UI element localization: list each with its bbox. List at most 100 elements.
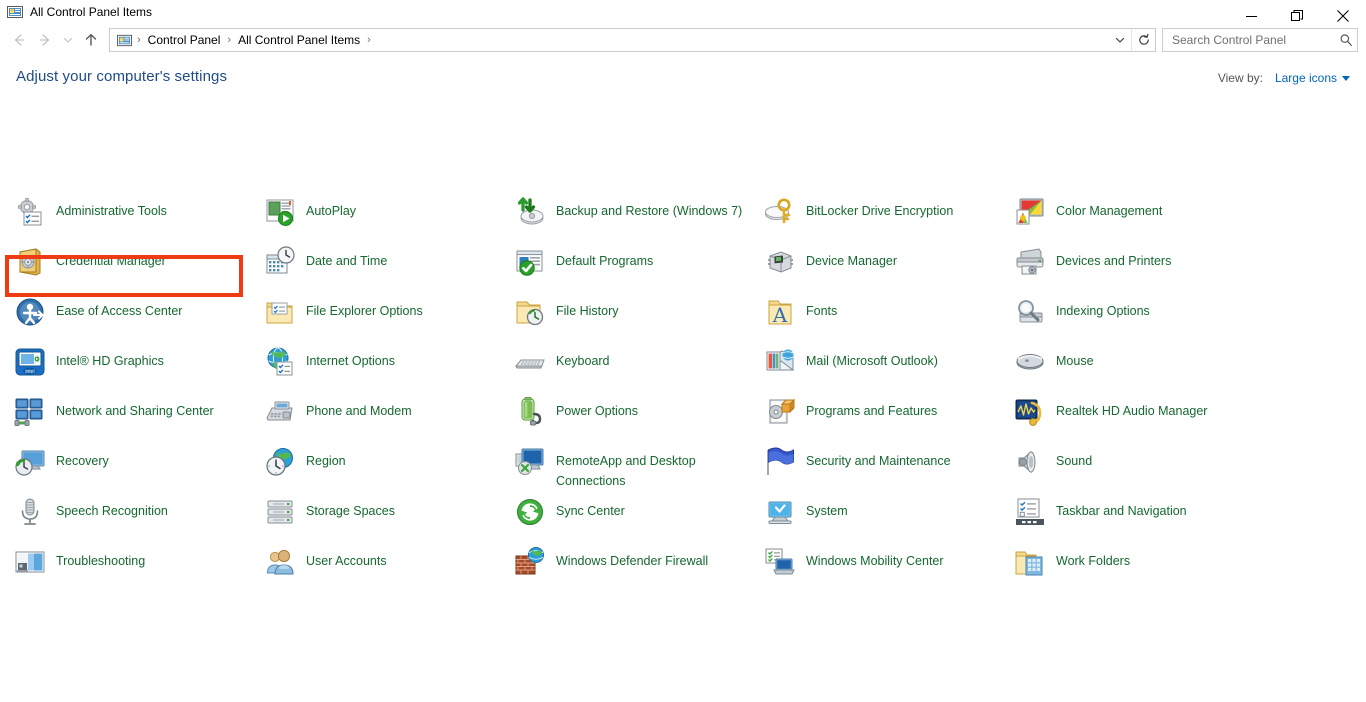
- control-panel-item[interactable]: File Explorer Options: [264, 290, 514, 340]
- control-panel-item-label[interactable]: Devices and Printers: [1056, 246, 1171, 271]
- control-panel-item[interactable]: Programs and Features: [764, 390, 1014, 440]
- control-panel-item[interactable]: Region: [264, 440, 514, 490]
- control-panel-item[interactable]: Sound: [1014, 440, 1264, 490]
- control-panel-item[interactable]: Security and Maintenance: [764, 440, 1014, 490]
- control-panel-item[interactable]: Mouse: [1014, 340, 1264, 390]
- view-by-dropdown[interactable]: Large icons: [1275, 71, 1350, 85]
- control-panel-item[interactable]: Internet Options: [264, 340, 514, 390]
- search-icon[interactable]: [1339, 33, 1353, 47]
- control-panel-item[interactable]: Taskbar and Navigation: [1014, 490, 1264, 540]
- breadcrumb-separator[interactable]: ›: [364, 34, 374, 46]
- control-panel-item-label[interactable]: Sync Center: [556, 496, 625, 521]
- control-panel-item[interactable]: Date and Time: [264, 240, 514, 290]
- control-panel-item-label[interactable]: User Accounts: [306, 546, 387, 571]
- search-box[interactable]: [1162, 28, 1358, 52]
- control-panel-item-label[interactable]: Power Options: [556, 396, 638, 421]
- control-panel-item-label[interactable]: Date and Time: [306, 246, 387, 271]
- control-panel-item-label[interactable]: Device Manager: [806, 246, 897, 271]
- control-panel-item-label[interactable]: Troubleshooting: [56, 546, 145, 571]
- control-panel-item[interactable]: intel Intel® HD Graphics: [14, 340, 264, 390]
- control-panel-item-label[interactable]: Work Folders: [1056, 546, 1130, 571]
- control-panel-item[interactable]: Work Folders: [1014, 540, 1264, 590]
- breadcrumb-item-control-panel[interactable]: Control Panel: [144, 33, 225, 47]
- control-panel-item-label[interactable]: Sound: [1056, 446, 1092, 471]
- up-button[interactable]: [78, 27, 104, 53]
- navigation-bar: › Control Panel › All Control Panel Item…: [0, 24, 1366, 56]
- control-panel-item-label[interactable]: Speech Recognition: [56, 496, 168, 521]
- control-panel-item[interactable]: Storage Spaces: [264, 490, 514, 540]
- control-panel-item-label[interactable]: RemoteApp and Desktop Connections: [556, 446, 746, 491]
- search-input[interactable]: [1170, 32, 1339, 48]
- control-panel-item[interactable]: Speech Recognition: [14, 490, 264, 540]
- control-panel-item[interactable]: Keyboard: [514, 340, 764, 390]
- control-panel-item-label[interactable]: Default Programs: [556, 246, 653, 271]
- control-panel-item[interactable]: Power Options: [514, 390, 764, 440]
- control-panel-item-label[interactable]: Windows Mobility Center: [806, 546, 944, 571]
- page-title: Adjust your computer's settings: [16, 68, 228, 85]
- control-panel-item[interactable]: A Fonts: [764, 290, 1014, 340]
- control-panel-item-label[interactable]: Credential Manager: [56, 246, 166, 271]
- control-panel-item[interactable]: Windows Mobility Center: [764, 540, 1014, 590]
- chevron-down-icon[interactable]: [1109, 29, 1131, 51]
- control-panel-item-label[interactable]: Keyboard: [556, 346, 610, 371]
- control-panel-item-label[interactable]: Mail (Microsoft Outlook): [806, 346, 938, 371]
- control-panel-item-label[interactable]: Realtek HD Audio Manager: [1056, 396, 1207, 421]
- control-panel-item-label[interactable]: Region: [306, 446, 346, 471]
- control-panel-item-label[interactable]: Intel® HD Graphics: [56, 346, 164, 371]
- control-panel-item-label[interactable]: Backup and Restore (Windows 7): [556, 196, 742, 221]
- breadcrumb-separator[interactable]: ›: [224, 34, 234, 46]
- control-panel-item-label[interactable]: Mouse: [1056, 346, 1094, 371]
- control-panel-item[interactable]: Administrative Tools: [14, 190, 264, 240]
- control-panel-item[interactable]: Network and Sharing Center: [14, 390, 264, 440]
- control-panel-item-label[interactable]: Internet Options: [306, 346, 395, 371]
- control-panel-item[interactable]: Recovery: [14, 440, 264, 490]
- control-panel-item-label[interactable]: Color Management: [1056, 196, 1162, 221]
- control-panel-item-label[interactable]: Network and Sharing Center: [56, 396, 214, 421]
- control-panel-item-label[interactable]: BitLocker Drive Encryption: [806, 196, 953, 221]
- back-button[interactable]: [6, 27, 32, 53]
- control-panel-item[interactable]: Default Programs: [514, 240, 764, 290]
- breadcrumb-separator[interactable]: ›: [134, 34, 144, 46]
- recent-locations-button[interactable]: [58, 27, 78, 53]
- control-panel-item[interactable]: Sync Center: [514, 490, 764, 540]
- control-panel-item-label[interactable]: Recovery: [56, 446, 109, 471]
- address-bar[interactable]: › Control Panel › All Control Panel Item…: [109, 28, 1156, 52]
- control-panel-item[interactable]: Windows Defender Firewall: [514, 540, 764, 590]
- control-panel-item-label[interactable]: AutoPlay: [306, 196, 356, 221]
- control-panel-item[interactable]: Troubleshooting: [14, 540, 264, 590]
- control-panel-item-label[interactable]: Storage Spaces: [306, 496, 395, 521]
- control-panel-item-label[interactable]: Fonts: [806, 296, 837, 321]
- control-panel-item-label[interactable]: Administrative Tools: [56, 196, 167, 221]
- bitlocker-icon: [764, 196, 796, 228]
- control-panel-item[interactable]: RemoteApp and Desktop Connections: [514, 440, 764, 490]
- control-panel-item-label[interactable]: Indexing Options: [1056, 296, 1150, 321]
- control-panel-item[interactable]: Color Management: [1014, 190, 1264, 240]
- control-panel-item[interactable]: Mail (Microsoft Outlook): [764, 340, 1014, 390]
- control-panel-item[interactable]: Phone and Modem: [264, 390, 514, 440]
- control-panel-item[interactable]: File History: [514, 290, 764, 340]
- control-panel-item[interactable]: Realtek HD Audio Manager: [1014, 390, 1264, 440]
- control-panel-item[interactable]: User Accounts: [264, 540, 514, 590]
- control-panel-item[interactable]: Ease of Access Center: [14, 290, 264, 340]
- control-panel-item[interactable]: Device Manager: [764, 240, 1014, 290]
- breadcrumb-root-icon[interactable]: [115, 33, 134, 48]
- control-panel-item-label[interactable]: Taskbar and Navigation: [1056, 496, 1187, 521]
- control-panel-item-label[interactable]: File History: [556, 296, 619, 321]
- control-panel-item[interactable]: Devices and Printers: [1014, 240, 1264, 290]
- control-panel-item[interactable]: Credential Manager: [14, 240, 264, 290]
- breadcrumb-item-all-control-panel-items[interactable]: All Control Panel Items: [234, 33, 364, 47]
- control-panel-item[interactable]: AutoPlay: [264, 190, 514, 240]
- control-panel-item-label[interactable]: Phone and Modem: [306, 396, 412, 421]
- control-panel-item-label[interactable]: File Explorer Options: [306, 296, 423, 321]
- control-panel-item-label[interactable]: Programs and Features: [806, 396, 937, 421]
- forward-button[interactable]: [32, 27, 58, 53]
- control-panel-item-label[interactable]: Ease of Access Center: [56, 296, 182, 321]
- refresh-icon[interactable]: [1131, 29, 1155, 51]
- control-panel-item-label[interactable]: Security and Maintenance: [806, 446, 951, 471]
- control-panel-item-label[interactable]: System: [806, 496, 848, 521]
- control-panel-item-label[interactable]: Windows Defender Firewall: [556, 546, 708, 571]
- control-panel-item[interactable]: Indexing Options: [1014, 290, 1264, 340]
- control-panel-item[interactable]: Backup and Restore (Windows 7): [514, 190, 764, 240]
- control-panel-item[interactable]: System: [764, 490, 1014, 540]
- control-panel-item[interactable]: BitLocker Drive Encryption: [764, 190, 1014, 240]
